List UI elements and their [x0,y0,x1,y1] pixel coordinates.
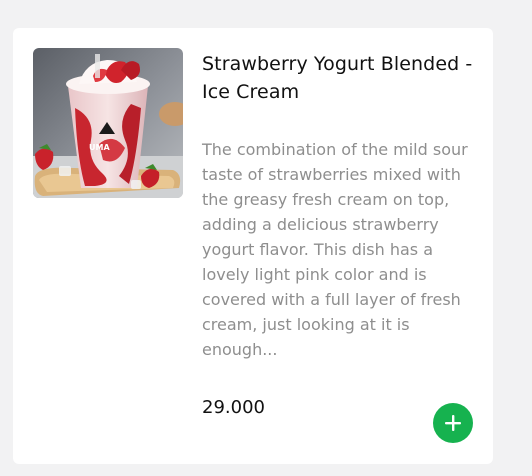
strawberry-yogurt-cup-photo: UMA [33,48,183,198]
product-card[interactable]: UMA Strawberry Yogurt Blended - Ice Crea… [13,28,493,464]
product-price: 29.000 [202,397,265,418]
product-description: The combination of the mild sour taste o… [202,140,468,359]
add-to-cart-button[interactable] [433,403,473,443]
product-image[interactable]: UMA [33,48,183,198]
plus-icon [445,415,461,431]
cup-brand-text: UMA [89,143,110,152]
product-title[interactable]: Strawberry Yogurt Blended - Ice Cream [202,50,477,106]
